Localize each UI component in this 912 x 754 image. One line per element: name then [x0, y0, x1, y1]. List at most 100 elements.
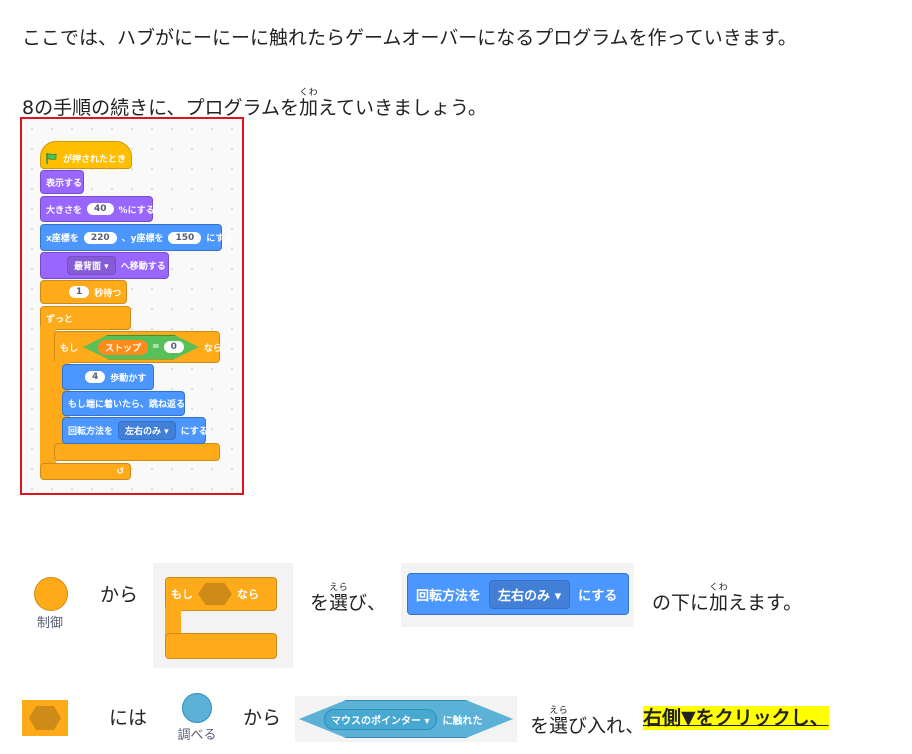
row1-select: を選えらび、 [310, 583, 386, 615]
show-label: 表示する [46, 178, 83, 189]
if-sample-footer [165, 633, 277, 659]
goto-xy-block[interactable]: x座標を 220 、y座標を 150 にする [40, 224, 233, 251]
row1-add: の下に加くわえます。 [652, 583, 802, 615]
rotation-style-block[interactable]: 回転方法を 左右のみ ▾ にする [62, 417, 208, 444]
stop-variable[interactable]: ストップ [98, 339, 149, 355]
sensing-category-label: 調べる [177, 728, 217, 743]
bounce-label: もし端に着いたら、跳ね返る [68, 400, 186, 410]
goto-y-value[interactable]: 150 [168, 231, 202, 244]
row1-select-prefix: を [310, 592, 330, 614]
rotation-sample-label: 回転方法を [416, 588, 482, 604]
row2-select-prefix: を [530, 715, 550, 737]
row2-select-after: び入れ、 [568, 715, 645, 737]
if-then: なら [203, 343, 222, 354]
equals-sign: = [152, 342, 160, 352]
script-frame: が押されたとき 表示する 大きさを 40 %にする x座標を 220 、y座標を… [20, 117, 244, 495]
if-block[interactable]: もし ストップ = 0 なら [54, 331, 222, 363]
layer-dropdown[interactable]: 最背面 ▾ [67, 256, 116, 275]
move-value[interactable]: 4 [85, 371, 106, 383]
if-sample-label: もし [171, 588, 193, 601]
chevron-down-icon: ▾ [424, 715, 430, 727]
row1-select-ruby-text: えら [329, 583, 349, 593]
row2-select-ruby-base: 選 [549, 715, 569, 737]
rotation-sample-dropdown[interactable]: 左右のみ ▾ [489, 579, 571, 609]
layer-option: 最背面 [74, 262, 102, 272]
chevron-down-icon: ▾ [554, 588, 562, 604]
layer-suffix: へ移動する [120, 262, 166, 272]
rotation-option: 左右のみ [125, 427, 162, 437]
row1-add-ruby: 加くわ [709, 583, 729, 614]
size-suffix: %にする [118, 205, 155, 216]
touch-suffix: に触れた [442, 715, 483, 727]
if-block-sample[interactable]: もし なら [165, 577, 277, 611]
size-label: 大きさを [46, 205, 83, 216]
step-text: 8の手順の続きに、プログラムを加くわえていきましょう。 [22, 88, 487, 120]
row2-select: を選えらび入れ、 [530, 706, 644, 738]
row1-add-ruby-text: くわ [709, 583, 729, 593]
control-category-icon[interactable] [34, 577, 68, 611]
control-category-label: 制御 [36, 616, 63, 631]
rotation-block-palette: 回転方法を 左右のみ ▾ にする [401, 563, 634, 627]
if-label: もし [60, 343, 79, 354]
compare-value[interactable]: 0 [163, 341, 184, 353]
rotation-sample-suffix: にする [578, 588, 618, 604]
touch-option: マウスのポインター [331, 715, 421, 727]
row1-select-ruby: 選えら [329, 583, 349, 614]
wait-suffix: 秒待つ [94, 288, 122, 299]
row1-from: から [100, 584, 139, 606]
touching-block-sample[interactable]: マウスのポインター ▾ に触れた [299, 700, 513, 738]
wait-block[interactable]: 1 秒待つ [40, 280, 127, 304]
rotation-sample-option: 左右のみ [498, 588, 551, 604]
hexagon-slot-icon [29, 706, 61, 730]
row1-add-before: の下に [652, 592, 710, 614]
goto-sep: 、y座標を [121, 234, 164, 244]
condition-slot-sample [22, 700, 68, 736]
highlighted-instruction: 右側▼をクリックし、 [643, 706, 829, 730]
row1-add-ruby-base: 加 [709, 592, 729, 614]
rotation-label: 回転方法を [68, 427, 114, 437]
empty-condition-slot[interactable] [198, 583, 232, 605]
forever-footer: ↺ [40, 463, 131, 480]
row2-select-ruby-text: えら [549, 706, 569, 716]
rotation-block-sample[interactable]: 回転方法を 左右のみ ▾ にする [407, 573, 629, 615]
green-flag-icon [46, 153, 58, 164]
step-ruby-text: くわ [298, 88, 318, 98]
move-suffix: 歩動かす [110, 373, 147, 384]
step-ruby: 加くわ [298, 88, 318, 119]
row2-niwa: には [109, 707, 148, 729]
row2-from: から [243, 707, 282, 729]
step-text-after: えていきましょう。 [317, 97, 487, 119]
if-sample-then: なら [237, 588, 259, 601]
intro-text: ここでは、ハブがにーにーに触れたらゲームオーバーになるプログラムを作っていきます… [22, 27, 797, 49]
wait-value[interactable]: 1 [69, 286, 90, 298]
hat-label: が押されたとき [63, 154, 127, 165]
sensing-category-icon[interactable] [182, 693, 212, 723]
row1-add-after: えます。 [728, 592, 803, 614]
row1-select-after: び、 [348, 592, 387, 614]
touch-block-palette: マウスのポインター ▾ に触れた [295, 696, 517, 742]
goto-x-value[interactable]: 220 [83, 231, 117, 244]
set-size-block[interactable]: 大きさを 40 %にする [40, 196, 155, 222]
row2-select-ruby: 選えら [549, 706, 569, 737]
go-to-layer-block[interactable]: 最背面 ▾ へ移動する [40, 252, 169, 279]
move-block[interactable]: 4 歩動かす [62, 364, 154, 390]
rotation-suffix: にする [180, 427, 208, 437]
size-value[interactable]: 40 [87, 203, 114, 215]
step-ruby-base: 加 [298, 97, 318, 119]
step-text-before: 8の手順の続きに、プログラムを [22, 97, 299, 119]
goto-x-label: x座標を [46, 234, 79, 244]
when-flag-clicked-block[interactable]: が押されたとき [40, 141, 132, 169]
loop-arrow-icon: ↺ [116, 466, 124, 477]
touch-dropdown[interactable]: マウスのポインター ▾ [324, 708, 437, 730]
if-block-palette: もし なら [153, 563, 293, 668]
chevron-down-icon: ▾ [104, 262, 109, 272]
rotation-dropdown[interactable]: 左右のみ ▾ [118, 421, 176, 440]
goto-suffix: にする [206, 234, 234, 244]
show-block[interactable]: 表示する [40, 170, 84, 194]
if-footer [54, 443, 220, 461]
row1-select-ruby-base: 選 [329, 592, 349, 614]
equals-operator[interactable]: ストップ = 0 [83, 334, 199, 360]
forever-label: ずっと [46, 314, 74, 325]
bounce-block[interactable]: もし端に着いたら、跳ね返る [62, 391, 185, 416]
chevron-down-icon: ▾ [164, 427, 169, 437]
